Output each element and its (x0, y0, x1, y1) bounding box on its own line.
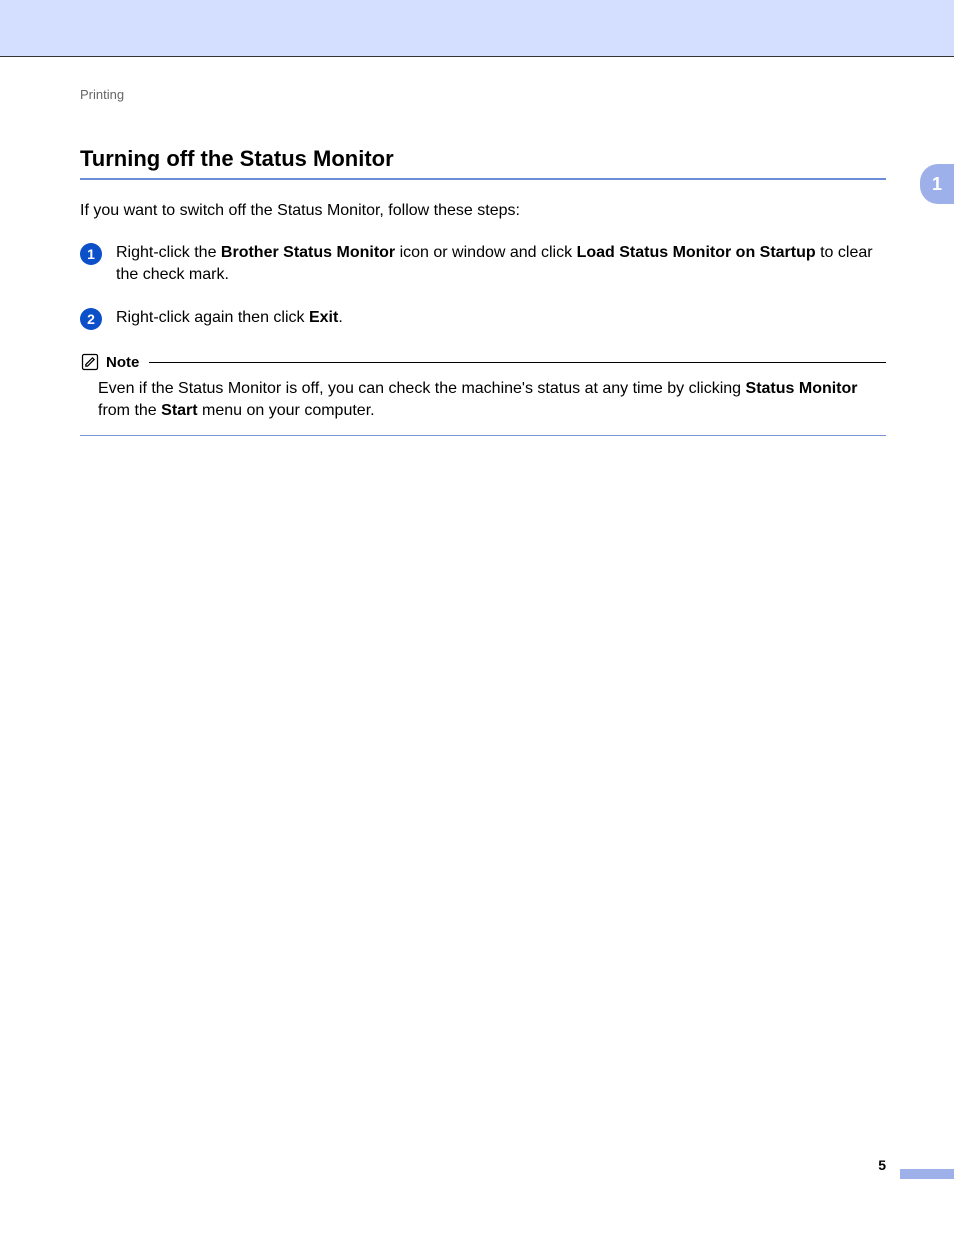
step-1: 1 Right-click the Brother Status Monitor… (80, 242, 886, 285)
text-fragment: from the (98, 402, 161, 419)
text-fragment: Right-click the (116, 244, 221, 261)
step-2-text: Right-click again then click Exit. (116, 307, 343, 329)
text-bold: Status Monitor (746, 380, 858, 397)
text-fragment: menu on your computer. (198, 402, 375, 419)
text-fragment: Even if the Status Monitor is off, you c… (98, 380, 746, 397)
step-2: 2 Right-click again then click Exit. (80, 307, 886, 330)
note-label: Note (106, 354, 139, 371)
title-underline (80, 178, 886, 180)
intro-text: If you want to switch off the Status Mon… (80, 202, 886, 220)
note-top-line (149, 362, 886, 363)
text-bold: Start (161, 402, 197, 419)
text-fragment: icon or window and click (395, 244, 576, 261)
note-bottom-line (80, 435, 886, 436)
step-1-text: Right-click the Brother Status Monitor i… (116, 242, 886, 285)
note-block: Note Even if the Status Monitor is off, … (80, 352, 886, 436)
note-body: Even if the Status Monitor is off, you c… (80, 374, 886, 431)
note-header: Note (80, 352, 886, 372)
note-pencil-icon (80, 352, 100, 372)
text-fragment: . (338, 309, 342, 326)
text-bold: Load Status Monitor on Startup (577, 244, 816, 261)
header-banner (0, 0, 954, 56)
bullet-icon: 2 (80, 308, 102, 330)
breadcrumb: Printing (80, 87, 886, 102)
footer-accent (900, 1169, 954, 1179)
section-title: Turning off the Status Monitor (80, 146, 886, 172)
bullet-icon: 1 (80, 243, 102, 265)
page-number: 5 (878, 1157, 886, 1173)
page-content: Printing Turning off the Status Monitor … (0, 57, 954, 436)
text-bold: Exit (309, 309, 338, 326)
chapter-tab: 1 (920, 164, 954, 204)
text-bold: Brother Status Monitor (221, 244, 395, 261)
text-fragment: Right-click again then click (116, 309, 309, 326)
